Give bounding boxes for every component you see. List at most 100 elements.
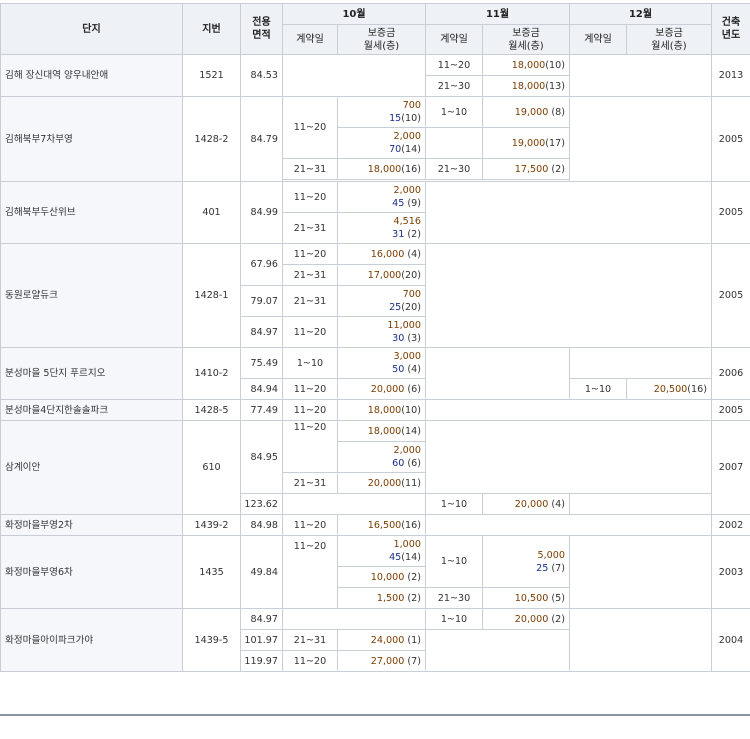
deposit-value: 5,00025 (7) — [483, 536, 570, 588]
contract-day: 21~30 — [426, 76, 483, 97]
contract-day: 1~10 — [426, 494, 483, 515]
area-value: 75.49 — [241, 348, 283, 379]
contract-day: 21~31 — [283, 630, 338, 651]
built-year: 2013 — [712, 55, 750, 97]
deposit-value: 20,000(11) — [338, 473, 426, 494]
complex-name: 동원로얄듀크 — [1, 244, 183, 348]
deposit-value: 16,000 (4) — [338, 244, 426, 265]
area-value: 49.84 — [241, 536, 283, 609]
complex-name: 김해북부7차부영 — [1, 97, 183, 182]
deposit-value: 27,000 (7) — [338, 651, 426, 672]
contract-day: 1~10 — [283, 348, 338, 379]
deposit-value: 24,000 (1) — [338, 630, 426, 651]
contract-day: 11~20 — [283, 651, 338, 672]
complex-name: 화정마을아이파크가야 — [1, 609, 183, 672]
built-year: 2005 — [712, 97, 750, 182]
deposit-value: 17,000(20) — [338, 265, 426, 286]
contract-day: 11~20 — [283, 97, 338, 159]
deposit-value: 18,000(13) — [483, 76, 570, 97]
deposit-value: 10,000 (2) — [338, 567, 426, 588]
lot-number: 401 — [183, 182, 241, 244]
contract-day: 1~10 — [570, 379, 627, 400]
area-value: 84.99 — [241, 182, 283, 244]
contract-day: 21~31 — [283, 286, 338, 317]
area-value: 79.07 — [241, 286, 283, 317]
lot-number: 1410-2 — [183, 348, 241, 400]
area-value: 84.94 — [241, 379, 283, 400]
area-value: 67.96 — [241, 244, 283, 286]
deposit-value: 18,000(10) — [483, 55, 570, 76]
deposit-value: 1,00045(14) — [338, 536, 426, 567]
table-row: 분성마을4단지한솔솔파크 1428-5 77.49 11~20 18,000(1… — [1, 400, 750, 421]
complex-name: 김해 장신대역 양우내안애 — [1, 55, 183, 97]
header-built-year: 건축 년도 — [712, 4, 750, 55]
header-deposit-12: 보증금 월세(층) — [627, 25, 712, 55]
deposit-value: 20,000 (6) — [338, 379, 426, 400]
built-year: 2007 — [712, 421, 750, 515]
lot-number: 1435 — [183, 536, 241, 609]
table-row: 김해북부7차부영 1428-2 84.79 11~20 70015(10) 1~… — [1, 97, 750, 128]
complex-name: 삼계이안 — [1, 421, 183, 515]
complex-name: 김해북부두산위브 — [1, 182, 183, 244]
table-row: 김해북부두산위브 401 84.99 11~20 2,00045 (9) 200… — [1, 182, 750, 213]
built-year: 2002 — [712, 515, 750, 536]
area-value: 101.97 — [241, 630, 283, 651]
contract-day: 21~31 — [283, 265, 338, 286]
built-year: 2003 — [712, 536, 750, 609]
header-month-11: 11월 — [426, 4, 570, 25]
deposit-value: 2,00070(14) — [338, 128, 426, 159]
deposit-value: 17,500 (2) — [483, 159, 570, 180]
contract-day: 1~10 — [426, 609, 483, 630]
deposit-value: 18,000(10) — [338, 400, 426, 421]
deposit-value: 19,000(17) — [483, 128, 570, 159]
header-complex: 단지 — [1, 4, 183, 55]
deposit-value: 1,500 (2) — [338, 588, 426, 609]
deposit-value: 20,000 (4) — [483, 494, 570, 515]
deposit-value: 19,000 (8) — [483, 97, 570, 128]
contract-day: 21~31 — [283, 473, 338, 494]
table-row: 삼계이안 610 84.95 11~20 18,000(14) 2007 — [1, 421, 750, 442]
table-row: 김해 장신대역 양우내안애 1521 84.53 11~20 18,000(10… — [1, 55, 750, 76]
built-year: 2005 — [712, 182, 750, 244]
area-value: 84.79 — [241, 97, 283, 182]
complex-name: 화정마을부영6차 — [1, 536, 183, 609]
header-contract-day-12: 계약일 — [570, 25, 627, 55]
apartment-transaction-table: 단지 지번 전용 면적 10월 11월 12월 건축 년도 계약일 보증금 월세… — [0, 3, 750, 672]
contract-day: 1~10 — [426, 97, 483, 128]
deposit-value: 18,000(14) — [338, 421, 426, 442]
header-lot: 지번 — [183, 4, 241, 55]
table-row: 화정마을부영6차 1435 49.84 11~20 1,00045(14) 1~… — [1, 536, 750, 567]
complex-name: 분성마을4단지한솔솔파크 — [1, 400, 183, 421]
header-area: 전용 면적 — [241, 4, 283, 55]
lot-number: 1521 — [183, 55, 241, 97]
area-value: 84.53 — [241, 55, 283, 97]
contract-day: 11~20 — [283, 400, 338, 421]
contract-day: 21~31 — [283, 213, 338, 244]
deposit-value: 18,000(16) — [338, 159, 426, 180]
lot-number: 1439-5 — [183, 609, 241, 672]
deposit-value: 4,51631 (2) — [338, 213, 426, 244]
lot-number: 1428-2 — [183, 97, 241, 182]
contract-day: 21~31 — [283, 159, 338, 180]
area-value: 77.49 — [241, 400, 283, 421]
area-value: 84.98 — [241, 515, 283, 536]
deposit-value: 2,00045 (9) — [338, 182, 426, 213]
contract-day: 11~20 — [426, 55, 483, 76]
header-month-12: 12월 — [570, 4, 712, 25]
table-row: 동원로얄듀크 1428-1 67.96 11~20 16,000 (4) 200… — [1, 244, 750, 265]
contract-day: 11~20 — [283, 244, 338, 265]
contract-day: 11~20 — [283, 421, 338, 473]
complex-name: 분성마을 5단지 푸르지오 — [1, 348, 183, 400]
header-deposit-10: 보증금 월세(층) — [338, 25, 426, 55]
table-bottom-border — [0, 714, 750, 716]
built-year: 2006 — [712, 348, 750, 400]
contract-day: 11~20 — [283, 182, 338, 213]
deposit-value: 10,500 (5) — [483, 588, 570, 609]
contract-day: 11~20 — [283, 317, 338, 348]
deposit-value: 11,00030 (3) — [338, 317, 426, 348]
lot-number: 610 — [183, 421, 241, 515]
deposit-value: 3,00050 (4) — [338, 348, 426, 379]
built-year: 2004 — [712, 609, 750, 672]
built-year: 2005 — [712, 244, 750, 348]
deposit-value: 20,000 (2) — [483, 609, 570, 630]
